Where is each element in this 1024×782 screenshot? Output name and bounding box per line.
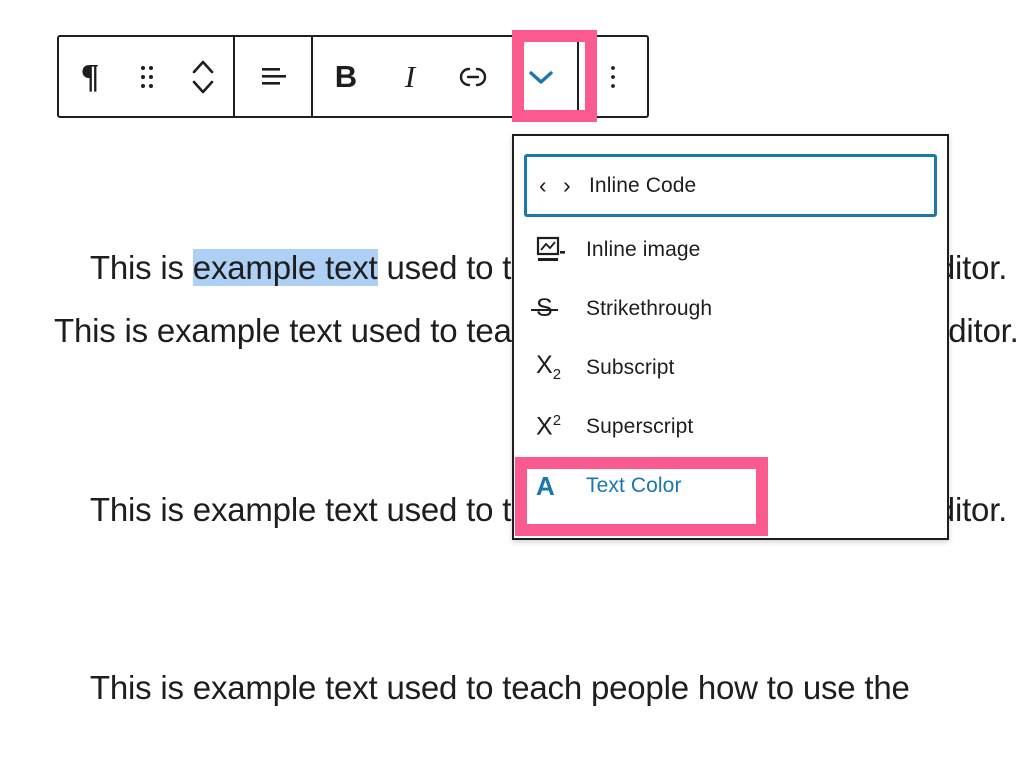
menu-item-inline-code[interactable]: ‹ › Inline Code (524, 154, 937, 217)
menu-item-inline-image[interactable]: Inline image (514, 220, 947, 279)
paragraph-text: This is example text used to teach peopl… (89, 669, 910, 706)
menu-item-text-color[interactable]: A Text Color (514, 456, 947, 515)
menu-item-label: Strikethrough (586, 297, 713, 320)
inline-code-glyph: ‹ › (539, 172, 576, 198)
more-options-button[interactable] (579, 37, 647, 116)
menu-item-label: Subscript (586, 356, 675, 379)
paragraph-block-type-button[interactable]: ¶ (59, 37, 121, 116)
drag-handle-icon (138, 64, 156, 90)
more-rich-text-controls-button[interactable] (505, 37, 577, 116)
superscript-mark: 2 (552, 412, 562, 430)
align-text-button[interactable] (235, 37, 311, 116)
text-color-glyph: A (536, 470, 555, 501)
dropdown-item-list: ‹ › Inline Code Inline image S Strikethr… (514, 154, 947, 515)
menu-item-label: Text Color (586, 474, 682, 497)
alignment-group (235, 37, 311, 116)
text-selection-highlight: example text (192, 249, 378, 286)
subscript-mark: 2 (552, 366, 562, 383)
drag-handle-button[interactable] (121, 37, 173, 116)
paragraph-text-before: This is (89, 249, 193, 286)
subscript-icon: X2 (536, 351, 586, 383)
text-color-icon: A (536, 473, 586, 499)
italic-button[interactable]: I (379, 37, 441, 116)
menu-item-superscript[interactable]: X2 Superscript (514, 397, 947, 456)
move-chevrons-icon (189, 56, 217, 98)
menu-item-label: Inline image (586, 238, 701, 261)
bold-button[interactable]: B (313, 37, 379, 116)
superscript-base: X (536, 412, 553, 441)
menu-item-label: Inline Code (589, 174, 697, 197)
chevron-down-icon (526, 67, 556, 87)
menu-item-strikethrough[interactable]: S Strikethrough (514, 279, 947, 338)
pilcrow-icon: ¶ (80, 57, 100, 95)
superscript-glyph: X2 (536, 413, 561, 439)
subscript-glyph: X2 (536, 351, 562, 383)
bold-icon: B (334, 59, 358, 94)
rich-text-dropdown-menu: ‹ › Inline Code Inline image S Strikethr… (512, 134, 949, 540)
menu-item-subscript[interactable]: X2 Subscript (514, 338, 947, 397)
strikethrough-icon: S (531, 294, 586, 322)
menu-item-label: Superscript (586, 415, 694, 438)
inline-image-icon (536, 236, 586, 264)
block-controls-group: ¶ (59, 37, 233, 116)
kebab-vertical-icon (608, 64, 618, 90)
paragraph-block-third[interactable]: This is example text used to teach peopl… (54, 593, 1024, 782)
subscript-base: X (536, 351, 553, 379)
options-group (579, 37, 647, 116)
italic-icon: I (404, 59, 416, 94)
block-toolbar: ¶ B I (57, 35, 649, 118)
strikethrough-glyph: S (531, 294, 558, 322)
link-icon (456, 66, 490, 88)
align-left-icon (257, 64, 289, 90)
superscript-icon: X2 (536, 413, 586, 439)
inline-code-icon: ‹ › (539, 174, 589, 197)
rich-text-group: B I (313, 37, 577, 116)
move-up-down-button[interactable] (173, 37, 233, 116)
link-button[interactable] (441, 37, 505, 116)
